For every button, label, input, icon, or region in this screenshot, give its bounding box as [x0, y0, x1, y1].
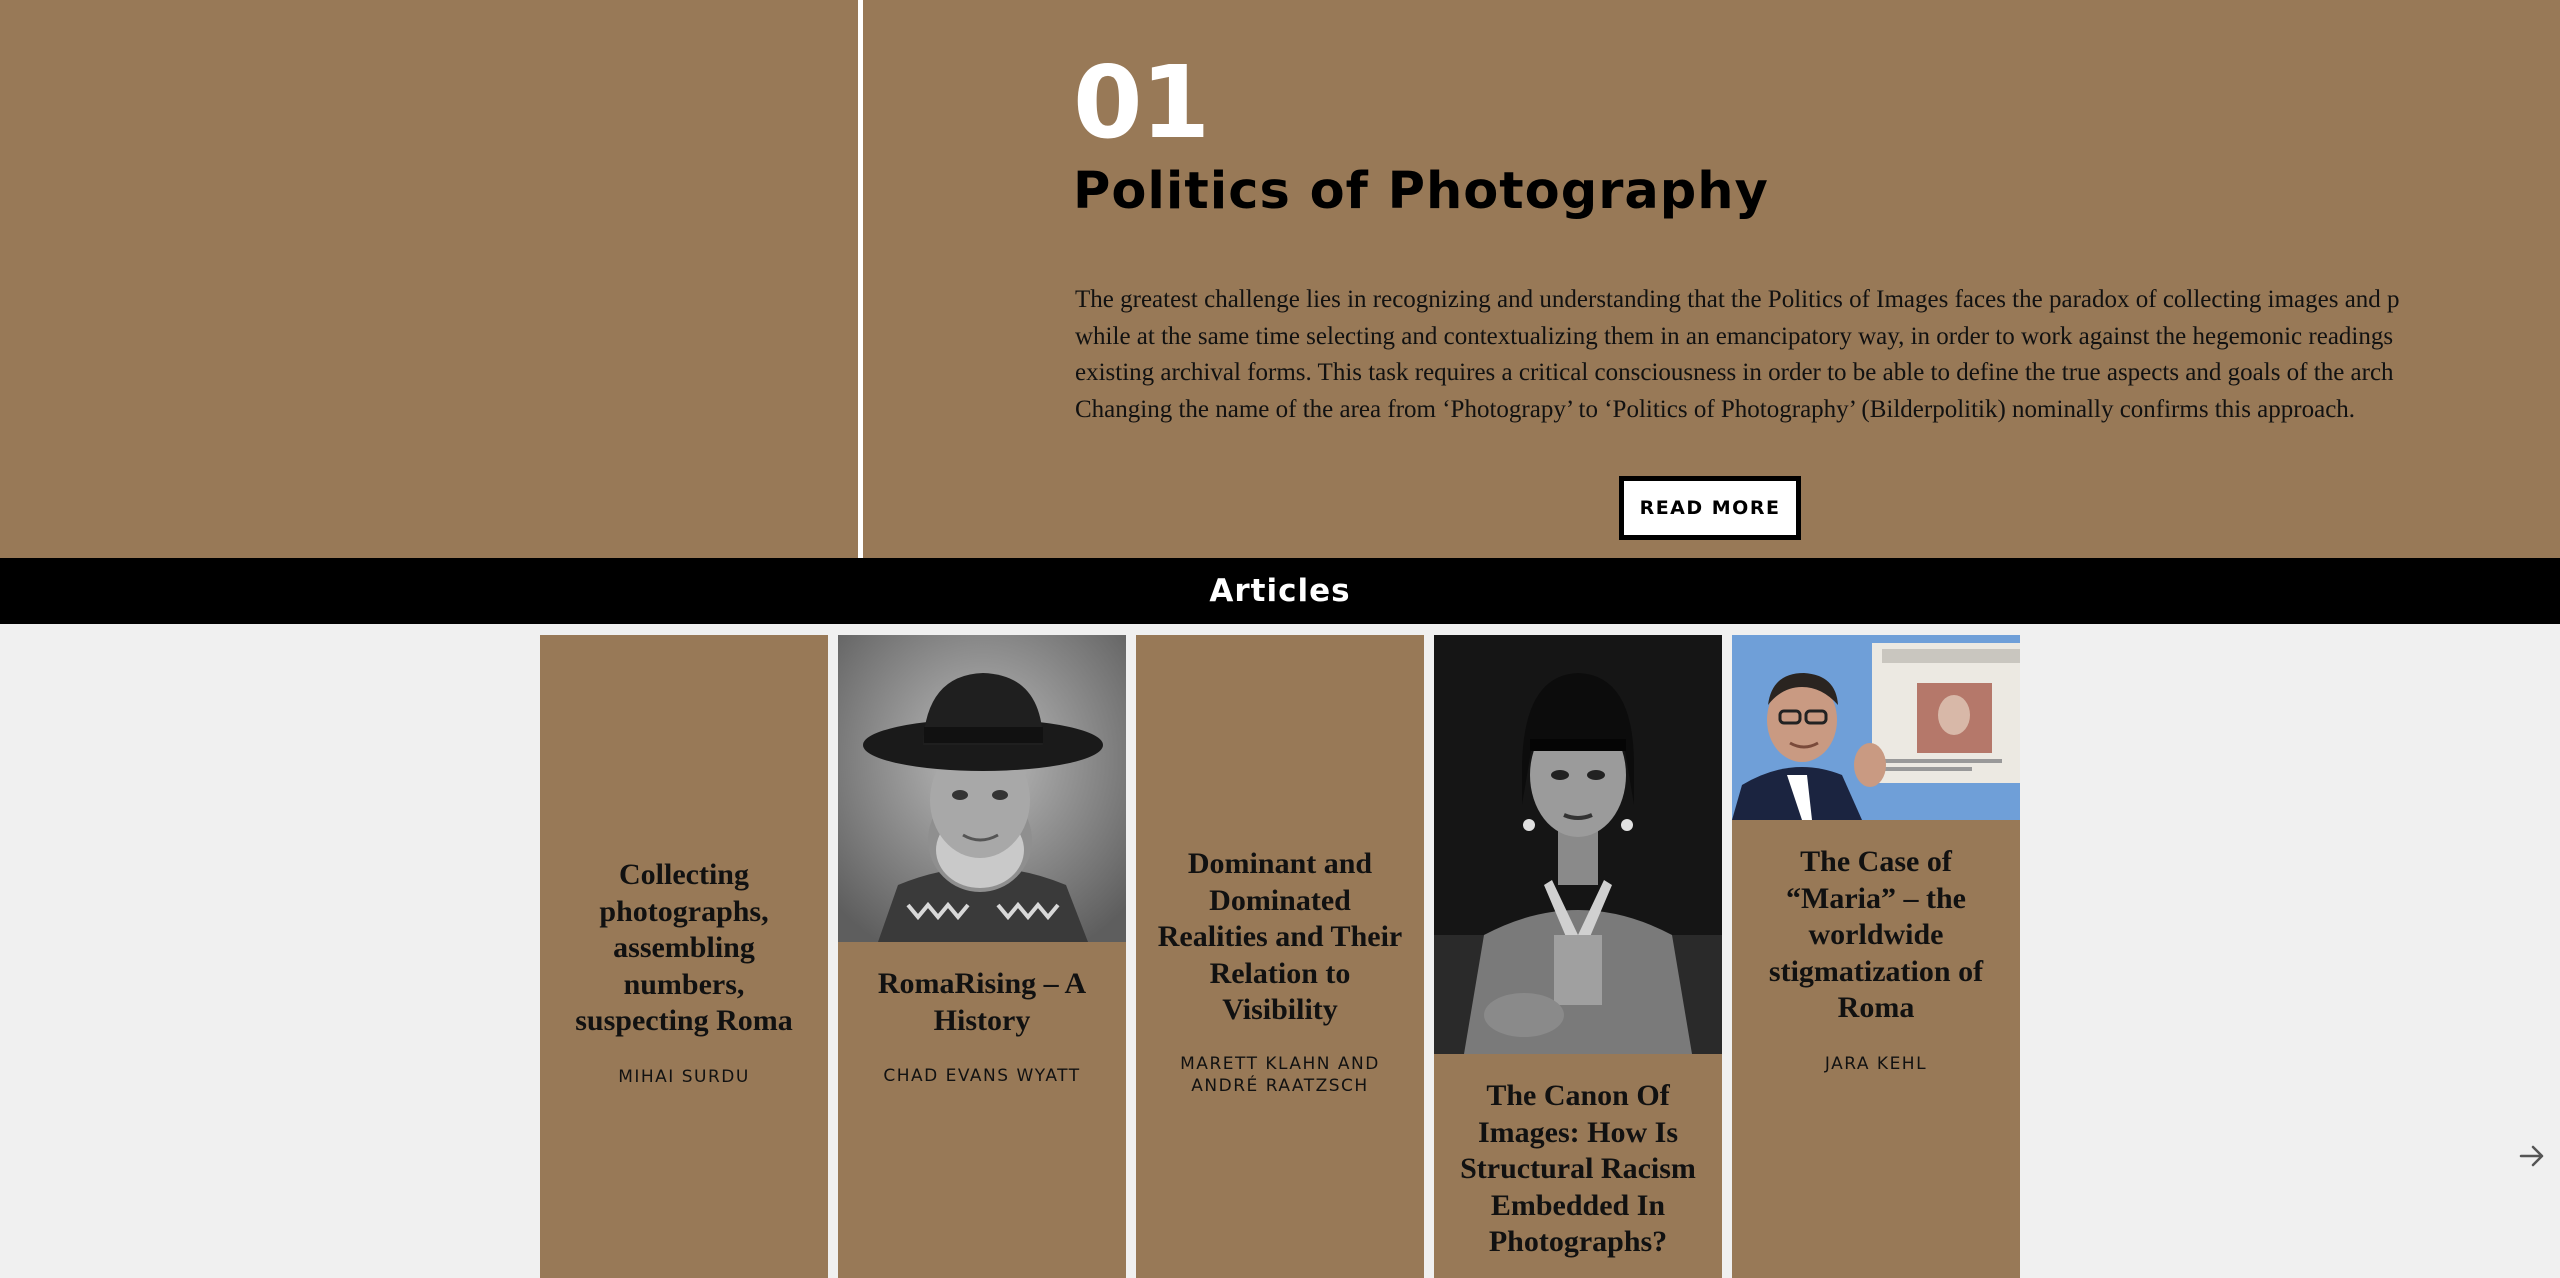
card-title[interactable]: RomaRising – A History: [838, 966, 1126, 1039]
hero-divider: [858, 0, 863, 558]
page-title: Politics of Photography: [1073, 162, 1769, 221]
articles-heading: Articles: [1209, 573, 1351, 609]
hero-image-area: [0, 0, 858, 558]
card-title[interactable]: Collecting photographs, assembling numbe…: [540, 857, 828, 1040]
article-card-dominant-realities[interactable]: Dominant and Dominated Realities and The…: [1136, 635, 1424, 1278]
card-text: Collecting photographs, assembling numbe…: [540, 857, 828, 1088]
hero-description-line: Changing the name of the area from ‘Phot…: [1075, 395, 2356, 423]
card-author: JARA KEHL: [1824, 1053, 1928, 1074]
card-text: The Case of “Maria” – the worldwide stig…: [1732, 844, 2020, 1075]
card-image-man-with-newspaper[interactable]: [1732, 635, 2020, 820]
hero-description-line: existing archival forms. This task requi…: [1075, 359, 2394, 386]
card-author: CHAD EVANS WYATT: [883, 1066, 1081, 1086]
hero-section: 01 Politics of Photography The greatest …: [0, 0, 2560, 558]
card-title[interactable]: The Case of “Maria” – the worldwide stig…: [1732, 844, 2020, 1027]
card-title[interactable]: The Canon Of Images: How Is Structural R…: [1434, 1078, 1722, 1261]
card-text: RomaRising – A History CHAD EVANS WYATT: [838, 966, 1126, 1087]
articles-carousel: Collecting photographs, assembling numbe…: [0, 635, 2560, 1278]
hero-description-line: while at the same time selecting and con…: [1075, 322, 2394, 350]
card-text: The Canon Of Images: How Is Structural R…: [1434, 1078, 1722, 1261]
card-image-performer-portrait[interactable]: [1434, 635, 1722, 1054]
arrow-right-icon[interactable]: [2518, 1142, 2546, 1170]
section-number: 01: [1073, 44, 1210, 161]
article-card-canon-of-images[interactable]: The Canon Of Images: How Is Structural R…: [1434, 635, 1722, 1278]
read-more-button[interactable]: READ MORE: [1619, 476, 1801, 540]
hero-description-line: The greatest challenge lies in recognizi…: [1075, 286, 2400, 313]
card-text: Dominant and Dominated Realities and The…: [1136, 846, 1424, 1097]
article-card-collecting-photographs[interactable]: Collecting photographs, assembling numbe…: [540, 635, 828, 1278]
article-card-romarising[interactable]: RomaRising – A History CHAD EVANS WYATT: [838, 635, 1126, 1278]
hero-description: The greatest challenge lies in recognizi…: [1075, 282, 2560, 428]
article-card-case-of-maria[interactable]: The Case of “Maria” – the worldwide stig…: [1732, 635, 2020, 1278]
card-title[interactable]: Dominant and Dominated Realities and The…: [1136, 846, 1424, 1029]
card-author: MIHAI SURDU: [618, 1066, 750, 1087]
card-image-man-in-hat[interactable]: [838, 635, 1126, 942]
articles-header-bar: Articles: [0, 558, 2560, 624]
card-author: MARETT KLAHN AND ANDRÉ RAATZSCH: [1180, 1053, 1380, 1096]
